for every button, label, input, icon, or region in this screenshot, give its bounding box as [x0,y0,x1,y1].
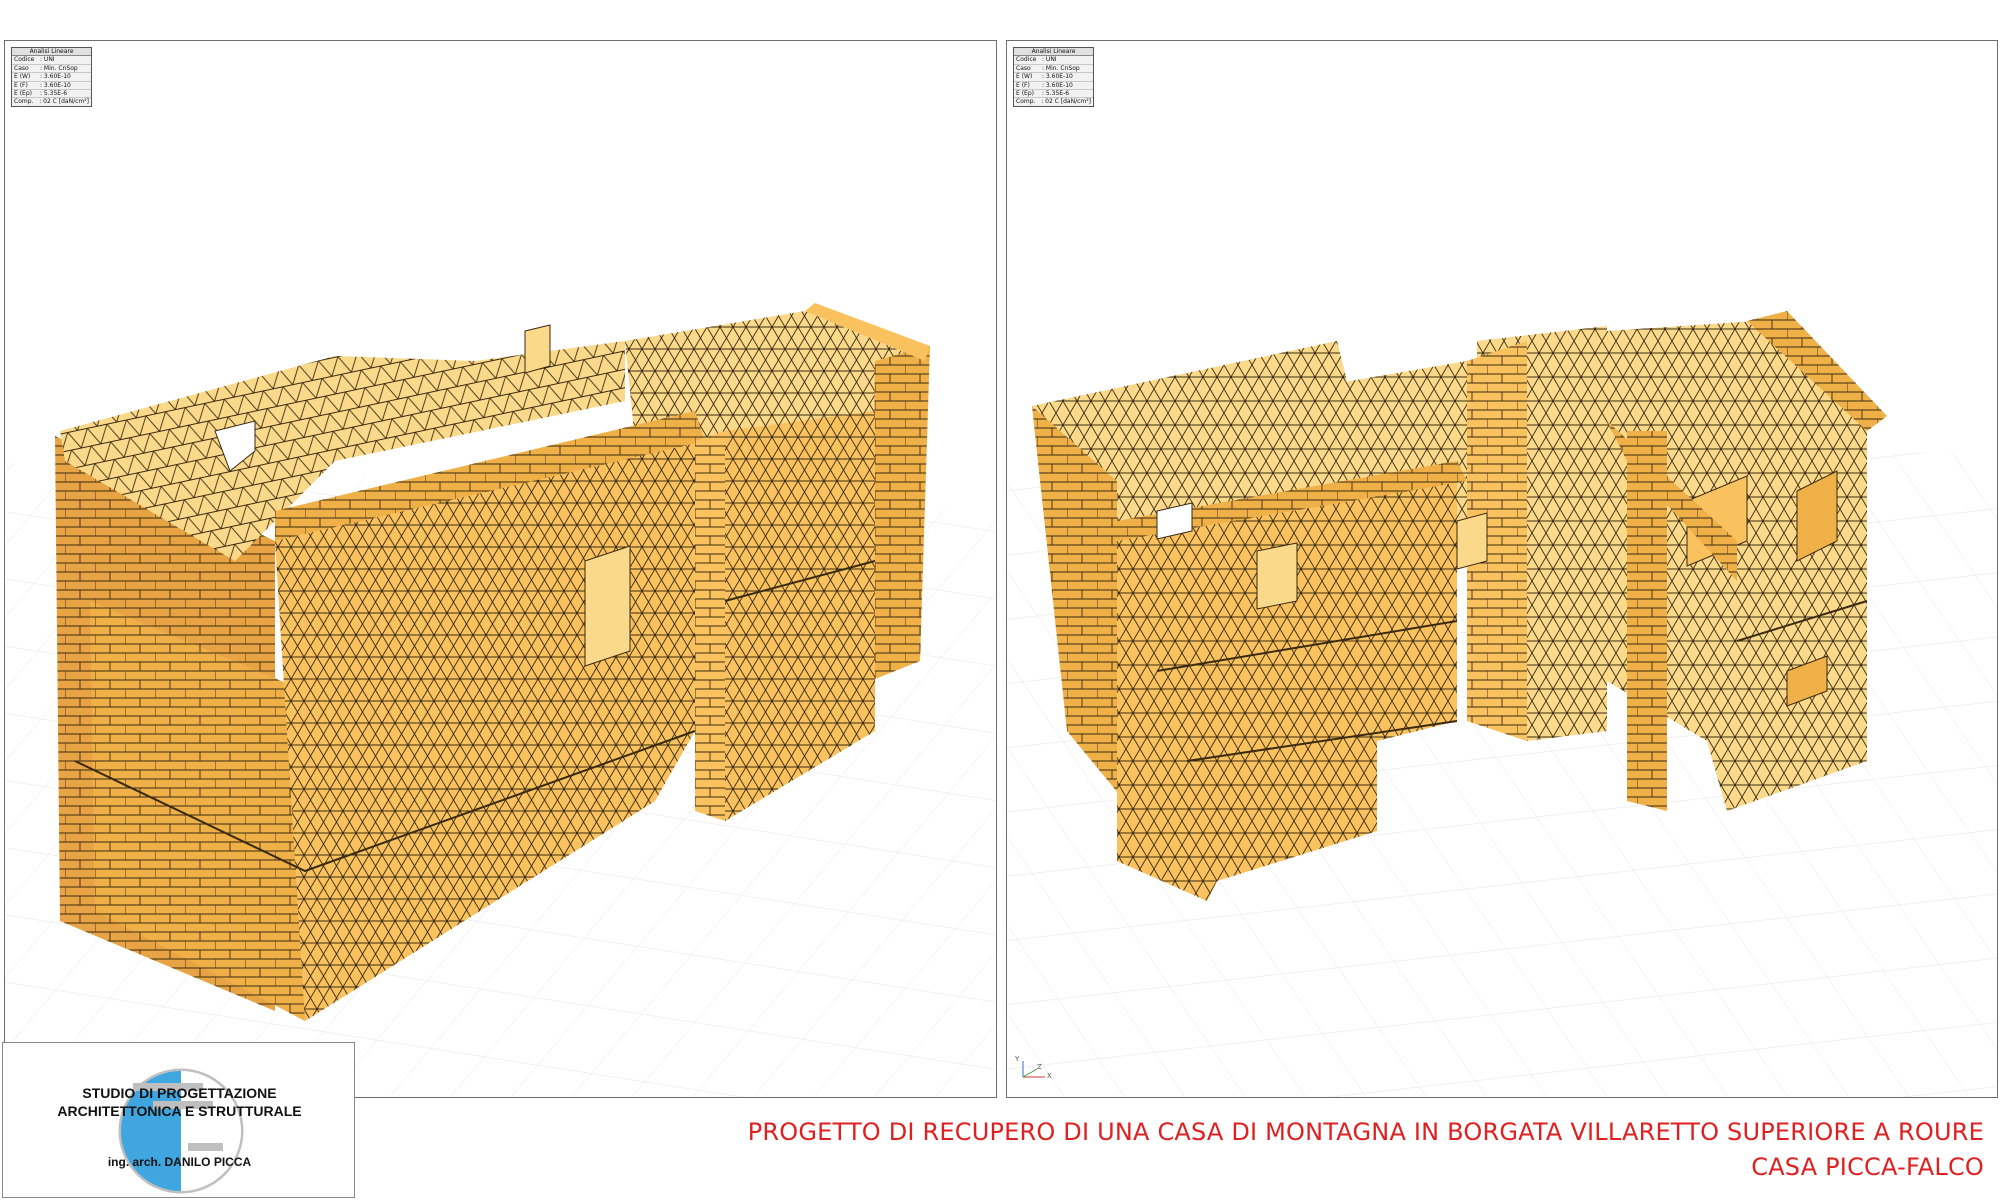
legend-row: Caso: Min. CnSop [12,65,91,74]
axis-triad-icon: Y Z X [1015,1055,1055,1083]
legend-panel: Analisi Lineare Codice: UNI Caso: Min. C… [11,47,92,107]
legend-row: E (W): 3.60E-10 [1014,73,1093,82]
logo-text-line2: ARCHITETTONICA E STRUTTURALE [57,1103,302,1119]
right-3d-mesh-view [1007,311,1997,1097]
project-subtitle: CASA PICCA-FALCO [1751,1153,1984,1181]
legend-row: E (F): 3.60E-10 [12,82,91,91]
window-opening [1456,512,1488,570]
studio-logo: STUDIO DI PROGETTAZIONE ARCHITETTONICA E… [2,1042,355,1198]
window-opening [524,324,551,374]
legend-title: Analisi Lineare [12,48,91,57]
legend-row: Comp.: 02 C [daN/cm²] [14,98,89,106]
project-title: PROGETTO DI RECUPERO DI UNA CASA DI MONT… [747,1118,1984,1146]
legend-row: E (Ep): 5.35E-6 [1014,90,1093,99]
axis-label-y: Y [1015,1055,1020,1063]
logo-text-line3: ing. arch. DANILO PICCA [107,1155,252,1169]
left-model-viewport[interactable]: Analisi Lineare Codice: UNI Caso: Min. C… [4,40,997,1098]
logo-mark-icon [118,1068,244,1194]
legend-row: E (F): 3.60E-10 [1014,82,1093,91]
axis-label-z: Z [1037,1063,1042,1071]
logo-text-line1: STUDIO DI PROGETTAZIONE [82,1085,277,1101]
left-3d-mesh-view [5,303,996,1097]
axis-label-x: X [1047,1072,1052,1080]
legend-row: E (W): 3.60E-10 [12,73,91,82]
legend-panel: Analisi Lineare Codice: UNI Caso: Min. C… [1013,47,1094,107]
legend-row: Caso: Min. CnSop [1014,65,1093,74]
legend-row: Comp.: 02 C [daN/cm²] [1016,98,1091,106]
door-opening [584,545,631,667]
legend-row: Codice: UNI [12,56,91,65]
central-partition [1467,331,1607,741]
legend-row: Codice: UNI [1014,56,1093,65]
legend-title: Analisi Lineare [1014,48,1093,57]
right-model-viewport[interactable]: Analisi Lineare Codice: UNI Caso: Min. C… [1006,40,1998,1098]
legend-row: E (Ep): 5.35E-6 [12,90,91,99]
window-opening [1256,542,1298,610]
